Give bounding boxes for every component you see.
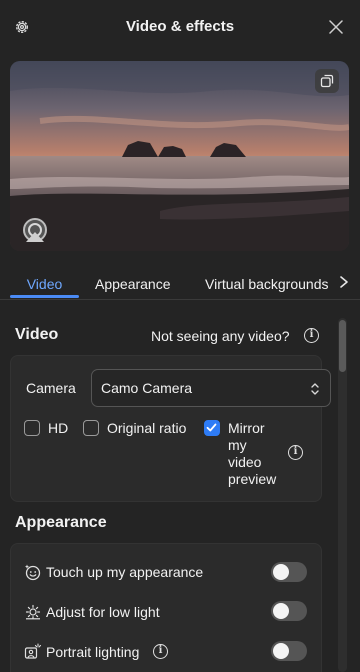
popout-button[interactable] bbox=[315, 69, 339, 93]
sunset-beach-image bbox=[10, 61, 349, 251]
popout-icon bbox=[320, 74, 334, 88]
toggle-knob bbox=[273, 603, 289, 619]
title-bar: Video & effects bbox=[0, 0, 360, 52]
close-icon[interactable] bbox=[329, 20, 343, 34]
window-title: Video & effects bbox=[125, 18, 235, 35]
video-section-title: Video bbox=[15, 326, 59, 343]
original-ratio-checkbox[interactable] bbox=[83, 420, 99, 436]
portrait-light-icon bbox=[24, 643, 42, 659]
portrait-lighting-toggle[interactable] bbox=[271, 641, 307, 661]
camera-select-value: Camo Camera bbox=[101, 380, 193, 396]
low-light-toggle[interactable] bbox=[271, 601, 307, 621]
hd-checkbox[interactable] bbox=[24, 420, 40, 436]
no-video-hint: Not seeing any video? bbox=[151, 328, 290, 344]
mirror-label-line: video bbox=[228, 454, 262, 470]
low-light-label: Adjust for low light bbox=[46, 604, 160, 620]
camera-label: Camera bbox=[26, 380, 76, 396]
active-tab-indicator bbox=[10, 295, 79, 298]
mirror-video-checkbox[interactable] bbox=[204, 420, 220, 436]
mirror-label-line: my bbox=[228, 437, 247, 453]
tab-appearance[interactable]: Appearance bbox=[95, 276, 171, 292]
mirror-label-line: preview bbox=[228, 471, 277, 487]
portrait-info-icon[interactable]: i bbox=[153, 644, 168, 659]
tab-bar: Video Appearance Virtual backgrounds bbox=[0, 264, 360, 300]
sun-icon bbox=[25, 604, 41, 620]
hd-label: HD bbox=[48, 420, 69, 436]
tab-video[interactable]: Video bbox=[10, 276, 79, 292]
touch-up-toggle[interactable] bbox=[271, 562, 307, 582]
tab-virtual-backgrounds[interactable]: Virtual backgrounds bbox=[205, 276, 328, 292]
camo-badge-icon bbox=[23, 218, 47, 242]
mirror-info-icon[interactable]: i bbox=[288, 445, 303, 460]
appearance-section-title: Appearance bbox=[15, 514, 107, 531]
camera-select[interactable]: Camo Camera bbox=[91, 369, 331, 407]
touch-up-label: Touch up my appearance bbox=[46, 564, 204, 580]
face-sparkle-icon bbox=[25, 564, 41, 581]
original-ratio-label: Original ratio bbox=[107, 420, 187, 436]
select-arrows-icon bbox=[311, 383, 319, 395]
checkmark-icon bbox=[206, 423, 217, 432]
scrollbar-thumb[interactable] bbox=[339, 320, 346, 372]
mirror-label-line: Mirror bbox=[228, 420, 265, 436]
info-icon[interactable]: i bbox=[304, 328, 319, 343]
chevron-right-icon[interactable] bbox=[338, 275, 350, 289]
mirror-video-label: Mirror my video preview bbox=[228, 420, 276, 488]
camera-preview bbox=[10, 61, 349, 251]
toggle-knob bbox=[273, 564, 289, 580]
toggle-knob bbox=[273, 643, 289, 659]
portrait-lighting-label: Portrait lighting bbox=[46, 644, 140, 660]
